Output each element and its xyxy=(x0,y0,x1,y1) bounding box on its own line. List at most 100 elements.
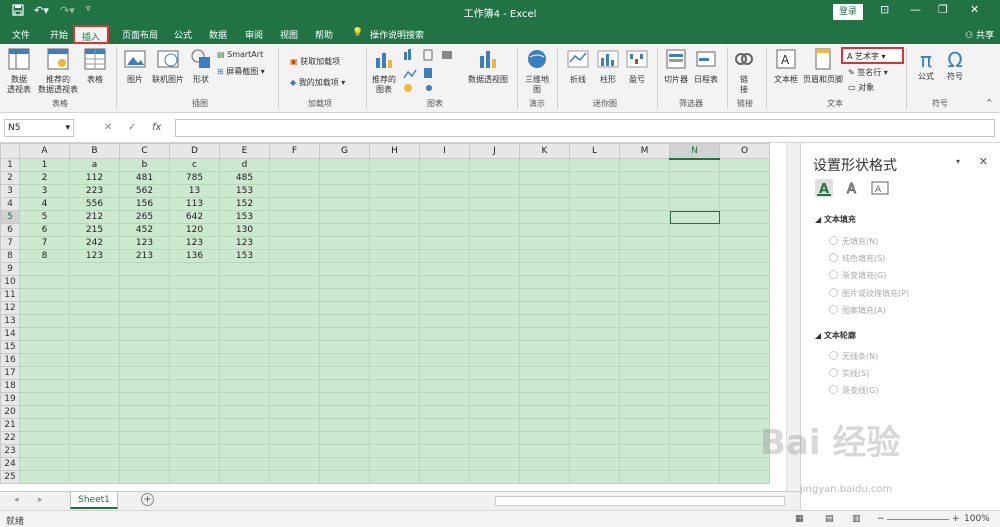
cell-F24[interactable] xyxy=(269,457,320,471)
cell-B5[interactable]: 212 xyxy=(69,210,120,224)
cell-J13[interactable] xyxy=(469,314,520,328)
cell-I4[interactable] xyxy=(419,197,470,211)
cell-H5[interactable] xyxy=(369,210,420,224)
text-fill-outline-tab[interactable]: A xyxy=(815,179,833,200)
cell-K3[interactable] xyxy=(519,184,570,198)
column-header[interactable]: M xyxy=(619,143,670,159)
cell-L24[interactable] xyxy=(569,457,620,471)
cell-F11[interactable] xyxy=(269,288,320,302)
cell-O15[interactable] xyxy=(719,340,770,354)
cell-F1[interactable] xyxy=(269,158,320,172)
cell-H23[interactable] xyxy=(369,444,420,458)
cell-I15[interactable] xyxy=(419,340,470,354)
cell-D19[interactable] xyxy=(169,392,220,406)
cell-E19[interactable] xyxy=(219,392,270,406)
cell-A18[interactable] xyxy=(19,379,70,393)
cell-H3[interactable] xyxy=(369,184,420,198)
cell-B7[interactable]: 242 xyxy=(69,236,120,250)
fill-option-gradient[interactable]: 渐变填充(G) xyxy=(829,270,886,281)
cell-E17[interactable] xyxy=(219,366,270,380)
login-button[interactable]: 登录 xyxy=(833,4,863,20)
cell-C25[interactable] xyxy=(119,470,170,484)
cell-N19[interactable] xyxy=(669,392,720,406)
cell-K25[interactable] xyxy=(519,470,570,484)
row-header[interactable]: 16 xyxy=(0,353,20,367)
column-header[interactable]: D xyxy=(169,143,220,159)
cell-C7[interactable]: 123 xyxy=(119,236,170,250)
cell-J4[interactable] xyxy=(469,197,520,211)
cell-M24[interactable] xyxy=(619,457,670,471)
row-header[interactable]: 10 xyxy=(0,275,20,289)
cell-H9[interactable] xyxy=(369,262,420,276)
cell-K17[interactable] xyxy=(519,366,570,380)
cell-B12[interactable] xyxy=(69,301,120,315)
cell-E4[interactable]: 152 xyxy=(219,197,270,211)
cell-O4[interactable] xyxy=(719,197,770,211)
cell-E11[interactable] xyxy=(219,288,270,302)
cell-L16[interactable] xyxy=(569,353,620,367)
cell-H2[interactable] xyxy=(369,171,420,185)
cell-J11[interactable] xyxy=(469,288,520,302)
cell-C8[interactable]: 213 xyxy=(119,249,170,263)
cell-E1[interactable]: d xyxy=(219,158,270,172)
cell-G23[interactable] xyxy=(319,444,370,458)
cell-K20[interactable] xyxy=(519,405,570,419)
cell-C20[interactable] xyxy=(119,405,170,419)
cell-L10[interactable] xyxy=(569,275,620,289)
cell-A16[interactable] xyxy=(19,353,70,367)
restore-icon[interactable]: ❐ xyxy=(938,3,948,16)
cell-L13[interactable] xyxy=(569,314,620,328)
cell-K1[interactable] xyxy=(519,158,570,172)
cell-F13[interactable] xyxy=(269,314,320,328)
cell-H22[interactable] xyxy=(369,431,420,445)
cell-C22[interactable] xyxy=(119,431,170,445)
cell-M8[interactable] xyxy=(619,249,670,263)
cell-C23[interactable] xyxy=(119,444,170,458)
cell-H6[interactable] xyxy=(369,223,420,237)
cell-G22[interactable] xyxy=(319,431,370,445)
cell-B24[interactable] xyxy=(69,457,120,471)
zoom-out-icon[interactable]: − xyxy=(877,514,885,524)
cell-B20[interactable] xyxy=(69,405,120,419)
select-all-corner[interactable] xyxy=(0,143,20,159)
cell-L3[interactable] xyxy=(569,184,620,198)
cell-D7[interactable]: 123 xyxy=(169,236,220,250)
row-header[interactable]: 24 xyxy=(0,457,20,471)
cell-B25[interactable] xyxy=(69,470,120,484)
cell-B6[interactable]: 215 xyxy=(69,223,120,237)
cell-A12[interactable] xyxy=(19,301,70,315)
tab-view[interactable]: 视图 xyxy=(280,28,298,41)
cell-B13[interactable] xyxy=(69,314,120,328)
cell-C4[interactable]: 156 xyxy=(119,197,170,211)
cell-M12[interactable] xyxy=(619,301,670,315)
cell-M15[interactable] xyxy=(619,340,670,354)
row-header[interactable]: 19 xyxy=(0,392,20,406)
tab-review[interactable]: 审阅 xyxy=(245,28,263,41)
cell-N15[interactable] xyxy=(669,340,720,354)
cell-M2[interactable] xyxy=(619,171,670,185)
cell-I18[interactable] xyxy=(419,379,470,393)
textbox-options-tab[interactable]: A xyxy=(871,179,889,200)
timeline-button[interactable]: 日程表 xyxy=(692,48,720,85)
ribbon-display-icon[interactable]: ⊡ xyxy=(880,3,889,16)
cell-N2[interactable] xyxy=(669,171,720,185)
cell-K24[interactable] xyxy=(519,457,570,471)
cell-C16[interactable] xyxy=(119,353,170,367)
close-icon[interactable]: ✕ xyxy=(970,3,979,16)
row-header[interactable]: 3 xyxy=(0,184,20,198)
cell-D6[interactable]: 120 xyxy=(169,223,220,237)
cell-I12[interactable] xyxy=(419,301,470,315)
cell-B19[interactable] xyxy=(69,392,120,406)
cell-O9[interactable] xyxy=(719,262,770,276)
cell-E23[interactable] xyxy=(219,444,270,458)
cell-M6[interactable] xyxy=(619,223,670,237)
cell-C1[interactable]: b xyxy=(119,158,170,172)
cell-N4[interactable] xyxy=(669,197,720,211)
cell-M19[interactable] xyxy=(619,392,670,406)
column-header[interactable]: E xyxy=(219,143,270,159)
cell-K15[interactable] xyxy=(519,340,570,354)
cell-H4[interactable] xyxy=(369,197,420,211)
cell-J25[interactable] xyxy=(469,470,520,484)
signature-line-button[interactable]: ✎ 签名行 ▾ xyxy=(848,67,888,78)
cell-G14[interactable] xyxy=(319,327,370,341)
